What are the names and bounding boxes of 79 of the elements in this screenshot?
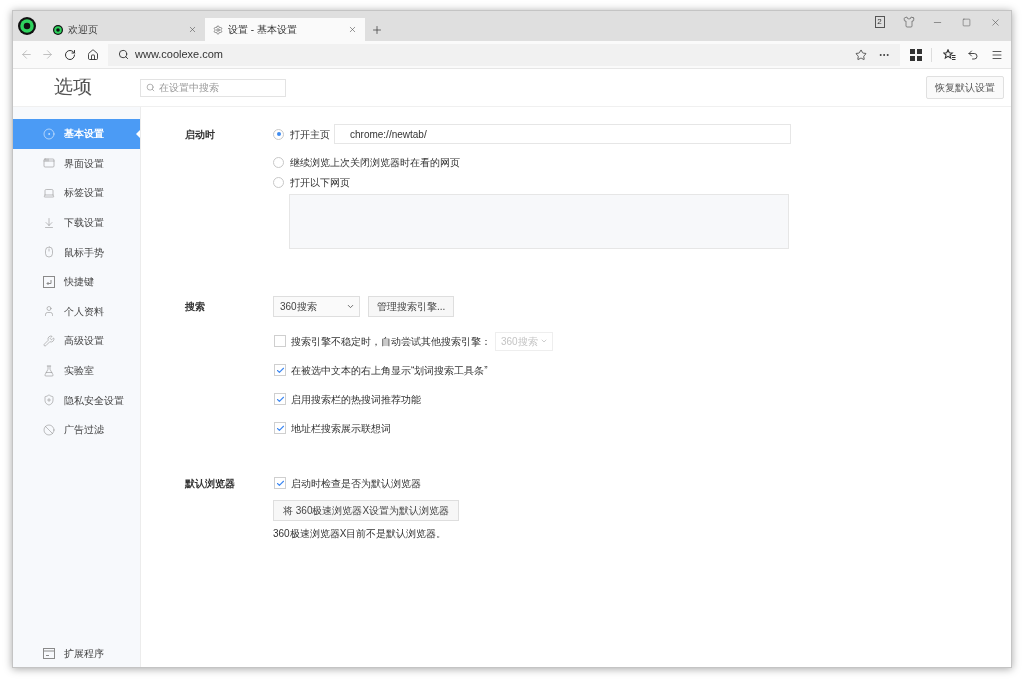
check-icon [275,394,285,404]
page-title: 选项 [54,76,92,98]
maximize-icon[interactable] [962,17,971,27]
check-icon [275,478,285,488]
circle-dot-icon [43,127,55,140]
return-key-icon [43,275,55,288]
browser-logo-icon [18,17,36,35]
close-tab-icon[interactable] [188,25,197,34]
settings-search-field[interactable]: 在设置中搜索 [140,78,286,97]
set-default-browser-button[interactable]: 将 360极速浏览器X设置为默认浏览器 [273,500,460,521]
shirt-icon[interactable] [902,16,915,28]
browser-tab[interactable]: 欢迎页 [45,18,205,41]
sidebar-item[interactable]: 广告过滤 [13,414,140,445]
checkbox[interactable] [274,364,286,376]
browser-tab[interactable]: 设置 - 基本设置 [205,18,365,41]
radio-button[interactable] [273,156,284,168]
checkbox[interactable] [274,422,286,434]
sidebar-item[interactable]: 标签设置 [13,178,140,208]
close-icon[interactable] [990,16,1001,28]
checkbox-label[interactable]: 在被选中文本的右上角显示“划词搜索工具条” [291,362,488,378]
checkbox[interactable] [274,477,286,489]
wrench-icon [43,334,55,347]
laptop-icon [43,187,55,199]
window-icon [43,157,55,170]
sidebar-item[interactable]: 个人资料 [13,296,140,327]
sidebar-item[interactable]: 下载设置 [13,207,140,238]
star-list-icon[interactable] [943,48,956,61]
user-icon [43,305,55,318]
grid-icon[interactable] [910,48,922,61]
gear-icon [213,24,223,35]
sidebar-item[interactable]: 隐私安全设置 [13,385,140,415]
star-icon[interactable] [855,48,867,61]
checkbox-label[interactable]: 启动时检查是否为默认浏览器 [291,475,421,491]
radio-label[interactable]: 打开主页 [290,126,330,142]
sidebar-item[interactable]: 鼠标手势 [13,237,140,267]
search-icon [146,83,155,92]
radio-button[interactable] [273,128,284,140]
check-icon [275,365,285,375]
flask-icon [43,364,55,377]
address-bar[interactable]: www.coolexe.com [108,43,900,66]
menu-icon[interactable] [991,48,1003,61]
radio-label[interactable]: 继续浏览上次关闭浏览器时在看的网页 [290,154,460,170]
checkbox-label[interactable]: 搜索引擎不稳定时，自动尝试其他搜索引擎： [291,333,491,349]
ban-icon [43,423,55,436]
search-icon [118,49,129,60]
homepage-field[interactable]: chrome://newtab/ [334,124,791,144]
reload-icon[interactable] [63,48,76,61]
sidebar-item[interactable]: 快捷键 [13,266,140,297]
download-icon [43,216,55,229]
home-icon[interactable] [86,48,99,61]
pages-field[interactable] [289,194,789,249]
panel-icon [43,647,55,659]
search-engine-select[interactable]: 360搜索 [273,296,360,317]
checkbox-label[interactable]: 地址栏搜索展示联想词 [291,420,391,436]
reset-defaults-button[interactable]: 恢复默认设置 [926,76,1004,99]
close-tab-icon[interactable] [348,25,357,34]
new-tab-icon[interactable] [371,23,383,36]
undo-icon[interactable] [967,48,979,61]
section-label: 启动时 [185,127,215,142]
checkbox-label[interactable]: 启用搜索栏的热搜词推荐功能 [291,391,421,407]
shield-plus-icon [43,394,55,407]
radio-button[interactable] [273,176,284,188]
sidebar-item[interactable]: 界面设置 [13,148,140,179]
checkbox[interactable] [274,335,286,347]
sidebar-item[interactable]: 扩展程序 [13,639,140,667]
check-icon [275,423,285,433]
sidebar-item[interactable]: 实验室 [13,355,140,386]
page-favicon-icon [53,24,63,35]
manage-search-engines-button[interactable]: 管理搜索引擎... [368,296,455,317]
section-label: 默认浏览器 [185,476,235,491]
sidebar-item[interactable]: 高级设置 [13,326,140,356]
section-label: 搜索 [185,299,205,314]
caret-icon [346,302,355,311]
caret-icon [540,337,548,345]
mouse-icon [43,246,55,259]
tab-count-button[interactable]: 2 [874,16,885,28]
default-browser-status: 360极速浏览器X目前不是默认浏览器。 [273,526,447,541]
radio-label[interactable]: 打开以下网页 [290,174,350,190]
checkbox[interactable] [274,393,286,405]
